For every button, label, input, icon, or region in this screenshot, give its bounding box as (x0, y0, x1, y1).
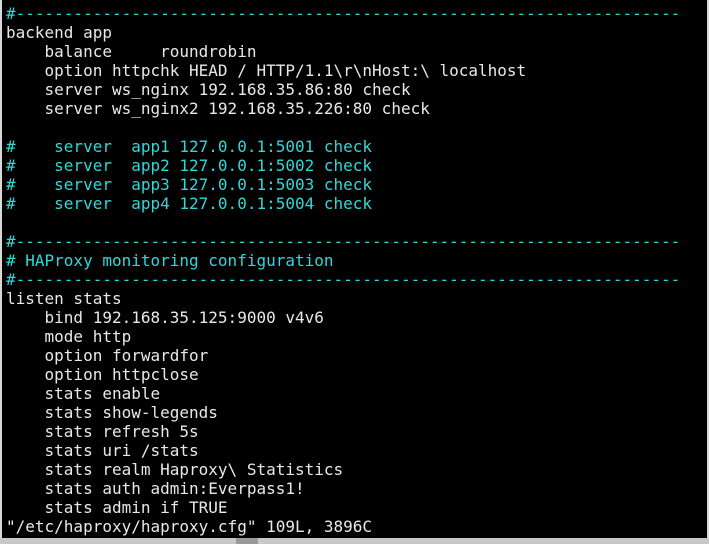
config-line: bind 192.168.35.125:9000 v4v6 (6, 308, 324, 327)
config-line: option httpchk HEAD / HTTP/1.1\r\nHost:\… (6, 61, 527, 80)
config-line: stats realm Haproxy\ Statistics (6, 460, 344, 479)
config-line: stats refresh 5s (6, 422, 199, 441)
config-line: stats uri /stats (6, 441, 199, 460)
window-bottom-scrollbar[interactable] (0, 538, 709, 544)
config-line: stats show-legends (6, 403, 218, 422)
config-line: stats auth admin:Everpass1! (6, 479, 305, 498)
config-line (6, 213, 709, 232)
comment-line: # server app2 127.0.0.1:5002 check (6, 156, 373, 175)
config-line: stats admin if TRUE (6, 498, 228, 517)
config-line: option forwardfor (6, 346, 209, 365)
config-line: listen stats (6, 289, 122, 308)
config-line: option httpclose (6, 365, 199, 384)
config-line: server ws_nginx2 192.168.35.226:80 check (6, 99, 430, 118)
comment-line: # HAProxy monitoring configuration (6, 251, 334, 270)
comment-line: # server app3 127.0.0.1:5003 check (6, 175, 373, 194)
config-line: balance roundrobin (6, 42, 257, 61)
window-left-border (0, 0, 2, 544)
vim-status-line: "/etc/haproxy/haproxy.cfg" 109L, 3896C (6, 517, 373, 536)
comment-line: #---------------------------------------… (6, 232, 681, 251)
comment-line: #---------------------------------------… (6, 4, 681, 23)
config-line: backend app (6, 23, 112, 42)
terminal-buffer[interactable]: #---------------------------------------… (6, 4, 709, 517)
comment-line: # server app4 127.0.0.1:5004 check (6, 194, 373, 213)
config-line (6, 118, 709, 137)
config-line: server ws_nginx 192.168.35.86:80 check (6, 80, 411, 99)
scrollbar-segment (236, 538, 258, 544)
comment-line: #---------------------------------------… (6, 270, 681, 289)
config-line: mode http (6, 327, 132, 346)
config-line: stats enable (6, 384, 161, 403)
comment-line: # server app1 127.0.0.1:5001 check (6, 137, 373, 156)
